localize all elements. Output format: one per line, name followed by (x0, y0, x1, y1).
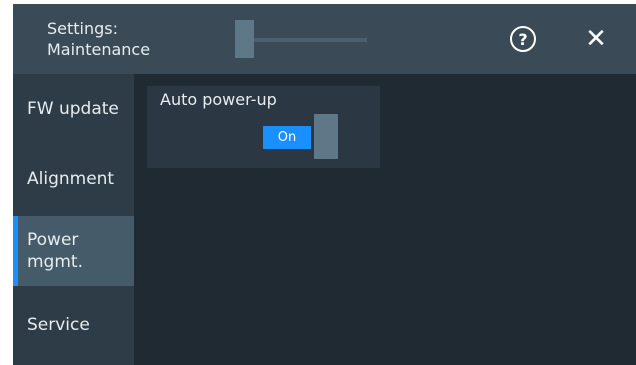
main-content: Auto power-up On (134, 74, 636, 365)
dialog-title: Settings: Maintenance (47, 19, 151, 59)
auto-power-up-label: Auto power-up (160, 90, 277, 109)
help-button[interactable]: ? (510, 26, 536, 52)
drag-handle[interactable] (235, 20, 254, 58)
sidebar-item-label: Power mgmt. (27, 230, 83, 272)
toggle-knob[interactable] (314, 114, 338, 159)
sidebar-item-label: Service (27, 315, 90, 335)
auto-power-up-toggle[interactable]: On (263, 114, 339, 159)
sidebar-item-power-mgmt[interactable]: Power mgmt. (13, 216, 134, 286)
sidebar: FW update Alignment Power mgmt. Service (13, 74, 134, 365)
drag-track (254, 38, 367, 42)
help-icon: ? (518, 29, 528, 49)
sidebar-item-label: Alignment (27, 169, 115, 189)
close-button[interactable]: ✕ (581, 24, 611, 54)
sidebar-item-fw-update[interactable]: FW update (13, 74, 134, 144)
auto-power-up-panel: Auto power-up On (147, 86, 380, 168)
sidebar-item-label: FW update (27, 99, 119, 119)
dialog-header: Settings: Maintenance ? ✕ (13, 4, 636, 74)
close-icon: ✕ (585, 24, 607, 54)
toggle-on-label: On (263, 126, 311, 149)
sidebar-item-alignment[interactable]: Alignment (13, 144, 134, 214)
settings-dialog: Settings: Maintenance ? ✕ FW update Alig… (13, 4, 636, 365)
sidebar-item-service[interactable]: Service (13, 290, 134, 360)
